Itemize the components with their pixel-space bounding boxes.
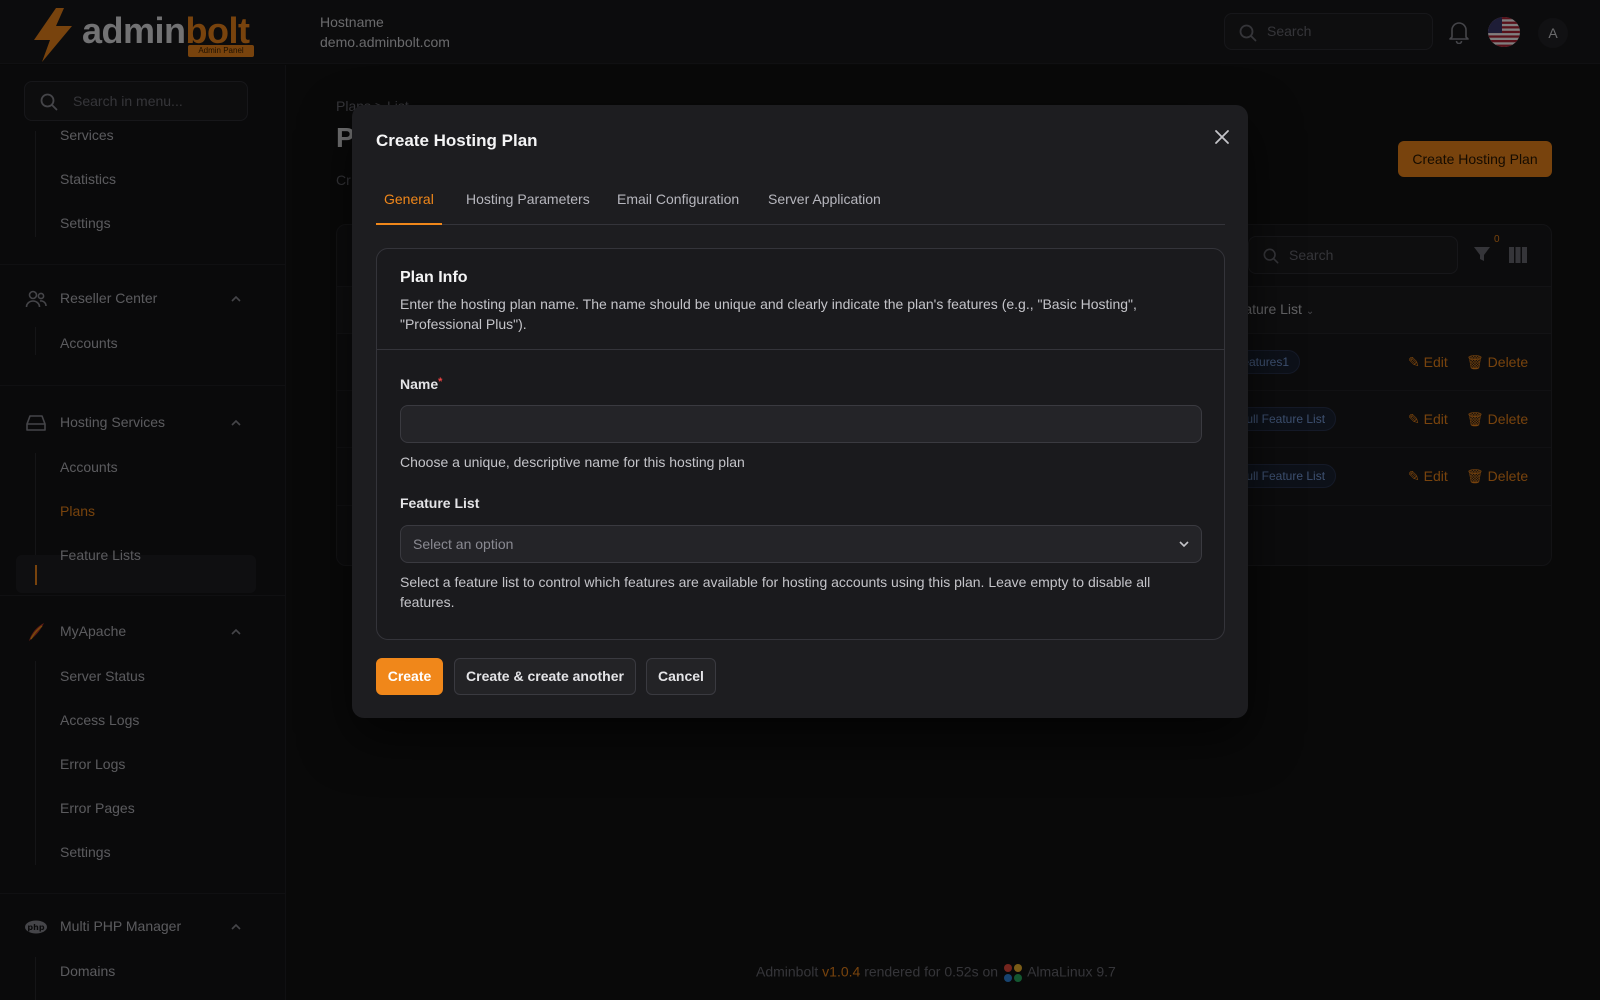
plan-info-section: Plan Info Enter the hosting plan name. T… [376,248,1225,640]
cancel-button[interactable]: Cancel [646,658,716,695]
chevron-down-icon [1179,541,1189,548]
feature-list-field-label: Feature List [400,495,480,511]
section-title: Plan Info [400,269,468,286]
modal-title: Create Hosting Plan [376,131,538,150]
create-button[interactable]: Create [376,658,443,695]
tab-hosting-parameters[interactable]: Hosting Parameters [458,177,598,225]
name-label-text: Name [400,376,439,392]
create-and-create-another-button[interactable]: Create & create another [454,658,636,695]
tab-email-configuration[interactable]: Email Configuration [609,177,747,225]
feature-list-help-text: Select a feature list to control which f… [400,574,1151,610]
section-header: Plan Info Enter the hosting plan name. T… [377,249,1224,350]
name-field-label: Name* [400,376,442,392]
close-icon[interactable] [1210,125,1234,149]
create-hosting-plan-modal: Create Hosting Plan General Hosting Para… [352,105,1248,718]
feature-list-select[interactable]: Select an option [400,525,1202,563]
modal-tabs: General Hosting Parameters Email Configu… [376,177,1225,225]
tab-general[interactable]: General [376,177,442,225]
feature-list-select-placeholder: Select an option [413,536,514,552]
required-marker: * [438,376,443,388]
name-help-text: Choose a unique, descriptive name for th… [400,454,745,470]
section-description: Enter the hosting plan name. The name sh… [400,296,1137,332]
name-input[interactable] [400,405,1202,443]
tab-server-application[interactable]: Server Application [760,177,889,225]
